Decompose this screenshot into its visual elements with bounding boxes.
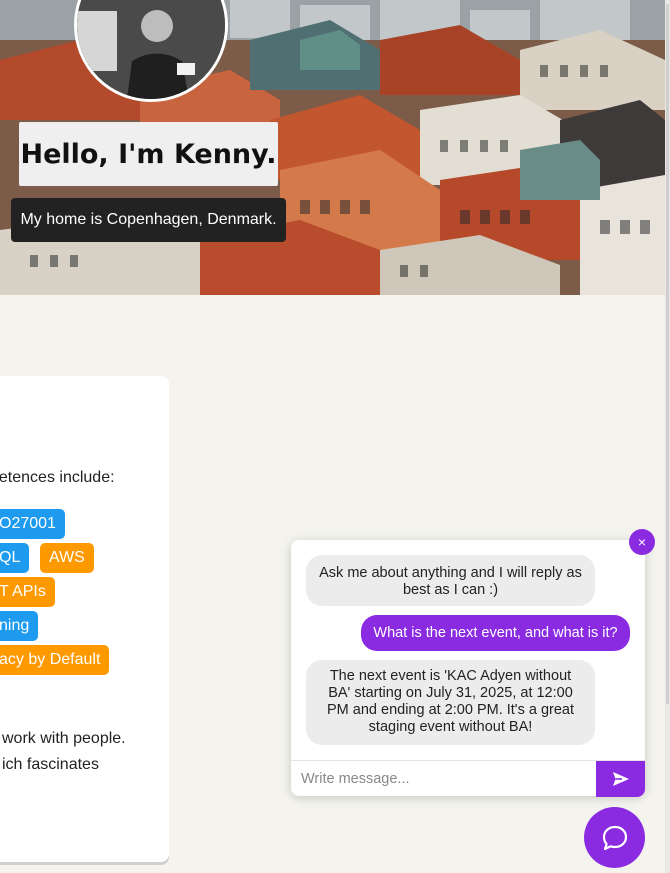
chat-composer — [291, 760, 645, 797]
hero-banner: Hello, I'm Kenny. My home is Copenhagen,… — [0, 0, 665, 295]
chat-message-user: What is the next event, and what is it? — [361, 615, 630, 651]
chat-message-bot: Ask me about anything and I will reply a… — [306, 555, 595, 606]
skill-chip: O27001 — [0, 509, 65, 539]
hero-subtitle: My home is Copenhagen, Denmark. — [11, 198, 286, 242]
hero-title: Hello, I'm Kenny. — [19, 122, 278, 186]
chat-launcher-button[interactable] — [584, 807, 645, 868]
about-text-line: ich fascinates — [2, 756, 99, 773]
skill-chip: T APIs — [0, 577, 55, 607]
chat-message-bot: The next event is 'KAC Adyen without BA'… — [306, 660, 595, 745]
chat-window: Ask me about anything and I will reply a… — [291, 540, 645, 797]
competences-intro: petences include: — [0, 469, 115, 486]
skills-card: petences include: O27001 QL AWS T APIs n… — [0, 376, 169, 862]
send-button[interactable] — [596, 761, 645, 797]
chat-close-button[interactable]: × — [629, 529, 655, 555]
skill-chip: AWS — [40, 543, 94, 573]
page-scrollbar[interactable] — [665, 0, 670, 873]
skill-chip: QL — [0, 543, 30, 573]
skill-chip: acy by Default — [0, 645, 110, 675]
chat-message-input[interactable] — [291, 761, 595, 797]
chat-bubble-icon — [602, 825, 627, 850]
about-text-line: work with people. — [2, 730, 126, 747]
send-icon — [612, 772, 629, 786]
skill-chip: ning — [0, 611, 39, 641]
